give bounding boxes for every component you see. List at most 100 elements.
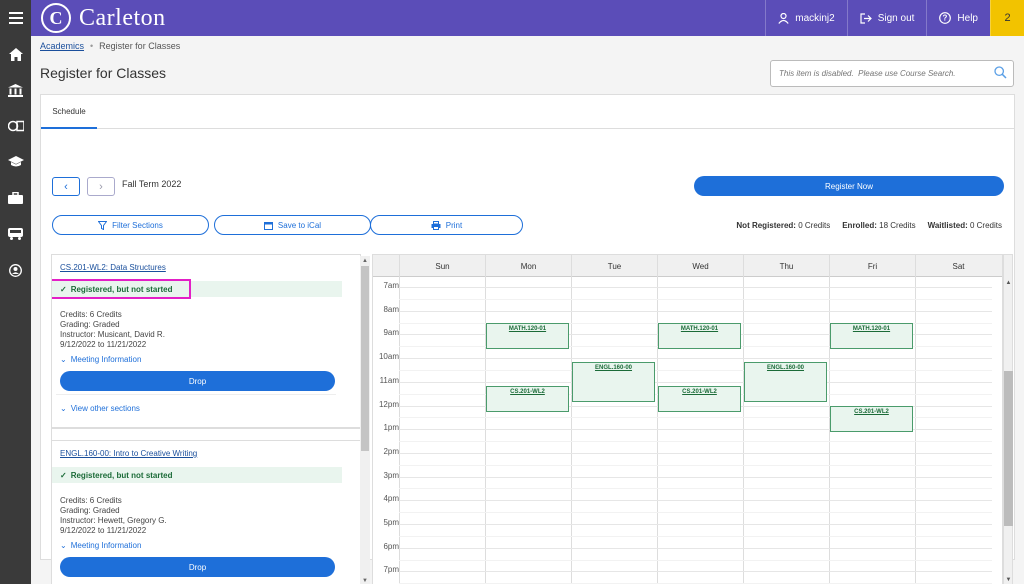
- finance-icon[interactable]: [0, 108, 31, 144]
- register-now-button[interactable]: Register Now: [694, 176, 1004, 196]
- filter-sections-label: Filter Sections: [112, 220, 163, 230]
- course-card: CS.201-WL2: Data Structures ✓ Registered,…: [52, 255, 360, 429]
- not-registered-label: Not Registered:: [736, 221, 796, 230]
- scroll-down-icon[interactable]: ▼: [1004, 577, 1013, 583]
- checkmark-icon: ✓: [60, 470, 67, 480]
- notification-badge[interactable]: 2: [990, 0, 1024, 36]
- tab-bar: Schedule: [41, 95, 1014, 129]
- search-input[interactable]: [771, 61, 986, 86]
- course-credits: Credits: 6 Credits: [60, 310, 122, 319]
- schedule-panel: Schedule ‹ › Fall Term 2022 Register Now…: [40, 94, 1015, 584]
- divider: [56, 394, 336, 395]
- hour-gridline: [399, 476, 992, 478]
- calendar-event[interactable]: MATH.120-01: [830, 322, 913, 349]
- printer-icon: [431, 220, 441, 230]
- scroll-up-icon[interactable]: ▲: [361, 257, 369, 265]
- calendar-event[interactable]: CS.201-WL2: [830, 405, 913, 432]
- meeting-info-toggle[interactable]: ⌄ Meeting Information: [60, 355, 141, 364]
- briefcase-icon[interactable]: [0, 180, 31, 216]
- enrolled-label: Enrolled:: [842, 221, 877, 230]
- calendar-event[interactable]: MATH.120-01: [658, 322, 741, 349]
- credit-summary: Not Registered: 0 Credits Enrolled: 18 C…: [736, 221, 1002, 230]
- credits-enrolled: Enrolled: 18 Credits: [842, 221, 915, 230]
- sign-out-label: Sign out: [877, 12, 915, 24]
- scroll-down-icon[interactable]: ▼: [361, 577, 369, 584]
- drop-button[interactable]: Drop: [60, 557, 335, 577]
- time-label: 7pm: [383, 565, 399, 575]
- course-list-scrollbar[interactable]: ▲ ▼: [360, 256, 370, 584]
- calendar-icon: [263, 221, 273, 230]
- search-icon[interactable]: [994, 66, 1007, 79]
- course-list: CS.201-WL2: Data Structures ✓ Registered,…: [51, 254, 361, 584]
- time-label: 10am: [378, 352, 399, 362]
- filter-sections-button[interactable]: Filter Sections: [52, 215, 209, 235]
- prev-term-button[interactable]: ‹: [52, 177, 80, 196]
- card-separator: [52, 427, 360, 429]
- menu-icon[interactable]: [0, 0, 31, 36]
- sign-out-link[interactable]: Sign out: [846, 0, 927, 36]
- next-term-button[interactable]: ›: [87, 177, 115, 196]
- profile-icon[interactable]: [0, 252, 31, 288]
- top-nav: mackinj2 Sign out ? Help 2: [765, 0, 1024, 36]
- course-details: Credits: 6 Credits Grading: Graded Instr…: [60, 496, 167, 536]
- calendar-event[interactable]: MATH.120-01: [486, 322, 569, 349]
- hour-gridline: [399, 500, 992, 502]
- time-label: 7am: [383, 281, 399, 290]
- course-title-link[interactable]: CS.201-WL2: Data Structures: [60, 263, 166, 272]
- scrollbar-thumb[interactable]: [361, 266, 369, 451]
- scrollbar-thumb[interactable]: [1004, 371, 1013, 526]
- hour-gridline: [399, 310, 992, 312]
- time-label: 3pm: [383, 470, 399, 480]
- bank-icon[interactable]: [0, 72, 31, 108]
- course-grading: Grading: Graded: [60, 320, 120, 329]
- top-bar: C Carleton mackinj2 Sign out ? Help 2: [31, 0, 1024, 36]
- home-icon[interactable]: [0, 36, 31, 72]
- calendar-event[interactable]: ENGL.160-00: [744, 362, 827, 403]
- chevron-down-icon: ⌄: [60, 541, 67, 550]
- day-header-mon: Mon: [485, 255, 571, 277]
- breadcrumb-academics[interactable]: Academics: [40, 41, 84, 51]
- calendar-scrollbar[interactable]: ▲ ▼: [1003, 254, 1013, 584]
- half-hour-gridline: [399, 512, 992, 514]
- user-menu[interactable]: mackinj2: [765, 0, 846, 36]
- time-label: 5pm: [383, 518, 399, 527]
- hour-gridline: [399, 452, 992, 454]
- calendar-event[interactable]: CS.201-WL2: [658, 385, 741, 412]
- meeting-info-toggle[interactable]: ⌄ Meeting Information: [60, 541, 141, 550]
- weekly-calendar: Sun Mon Tue Wed Thu Fri Sat 7am 8am 9am 10am 11am 1…: [372, 254, 1003, 584]
- waitlisted-label: Waitlisted:: [927, 221, 968, 230]
- course-dates: 9/12/2022 to 11/21/2022: [60, 526, 147, 535]
- save-ical-button[interactable]: Save to iCal: [214, 215, 371, 235]
- term-label: Fall Term 2022: [122, 179, 182, 189]
- view-other-sections-label: View other sections: [70, 404, 140, 413]
- scroll-up-icon[interactable]: ▲: [1004, 280, 1013, 286]
- course-dates: 9/12/2022 to 11/21/2022: [60, 340, 147, 349]
- breadcrumb-separator: •: [90, 41, 94, 51]
- view-other-sections-toggle[interactable]: ⌄ View other sections: [60, 404, 140, 413]
- help-link[interactable]: ? Help: [926, 0, 990, 36]
- waitlisted-value: 0 Credits: [969, 221, 1002, 230]
- credits-not-registered: Not Registered: 0 Credits: [736, 221, 830, 230]
- course-title-link[interactable]: ENGL.160-00: Intro to Creative Writing: [60, 449, 197, 458]
- hour-gridline: [399, 524, 992, 525]
- day-header-sat: Sat: [915, 255, 1001, 277]
- tab-schedule[interactable]: Schedule: [41, 95, 97, 129]
- half-hour-gridline: [399, 441, 992, 443]
- filter-icon: [98, 220, 108, 230]
- carleton-logo[interactable]: C Carleton: [41, 3, 166, 33]
- half-hour-gridline: [399, 369, 992, 371]
- half-hour-gridline: [399, 464, 992, 466]
- time-label: 12pm: [378, 399, 399, 409]
- page: Academics • Register for Classes Register …: [31, 36, 1024, 584]
- calendar-event[interactable]: ENGL.160-00: [572, 362, 655, 403]
- graduation-cap-icon[interactable]: [0, 144, 31, 180]
- bus-icon[interactable]: [0, 216, 31, 252]
- drop-button[interactable]: Drop: [60, 371, 335, 391]
- course-instructor: Instructor: Musicant, David R.: [60, 330, 165, 339]
- hour-gridline: [399, 547, 992, 549]
- chevron-left-icon: ‹: [64, 180, 68, 193]
- day-header-fri: Fri: [829, 255, 915, 277]
- calendar-event[interactable]: CS.201-WL2: [486, 385, 569, 412]
- day-header-thu: Thu: [743, 255, 829, 277]
- print-button[interactable]: Print: [370, 215, 523, 235]
